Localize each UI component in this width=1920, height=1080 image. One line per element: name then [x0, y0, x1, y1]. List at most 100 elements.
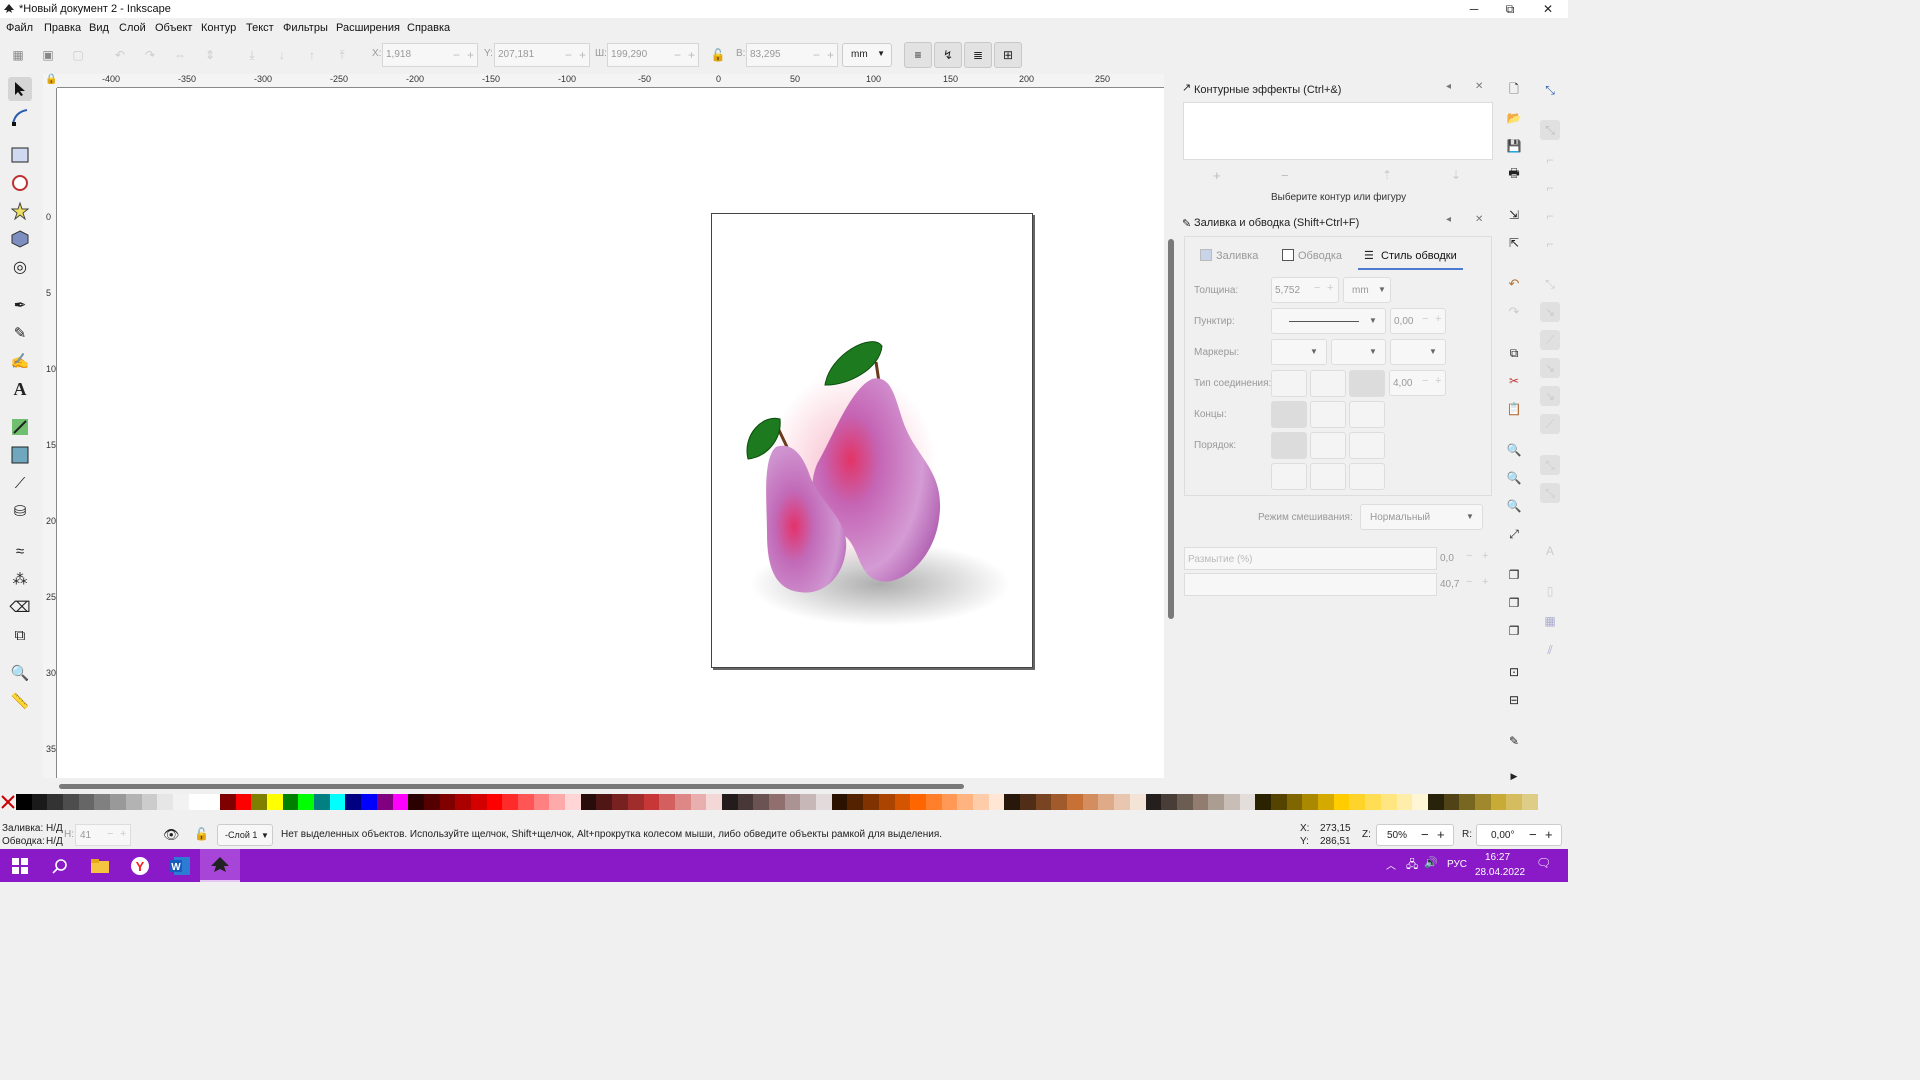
snap-rotation-center-icon[interactable]: ⤡: [1540, 483, 1560, 503]
color-swatch[interactable]: [1459, 794, 1475, 810]
color-swatch[interactable]: [863, 794, 879, 810]
stroke-width-status-decrement[interactable]: −: [107, 828, 113, 840]
join-miter-button[interactable]: [1349, 370, 1385, 397]
snap-bbox-center-icon[interactable]: ⌐: [1540, 234, 1560, 254]
layer-select[interactable]: -Слой 1 ▼: [217, 824, 273, 846]
drawing-canvas[interactable]: [57, 88, 1164, 778]
color-swatch[interactable]: [157, 794, 173, 810]
opacity-increment[interactable]: +: [1482, 576, 1488, 588]
color-swatch[interactable]: [957, 794, 973, 810]
color-swatch[interactable]: [502, 794, 518, 810]
file-explorer-taskbar-button[interactable]: [80, 849, 120, 882]
color-swatch[interactable]: [1145, 794, 1162, 810]
order-fill-markers-stroke-button[interactable]: [1349, 432, 1385, 459]
order-stroke-markers-fill-button[interactable]: [1349, 463, 1385, 490]
menu-view[interactable]: Вид: [89, 22, 109, 34]
color-swatch[interactable]: [1255, 794, 1271, 810]
snap-guide-icon[interactable]: ⫽: [1540, 640, 1560, 660]
flip-vertical-icon[interactable]: ⇕: [200, 45, 220, 65]
dropper-tool[interactable]: ⟋: [8, 471, 32, 495]
measure-tool[interactable]: 📏: [8, 689, 32, 713]
color-swatch[interactable]: [612, 794, 628, 810]
miter-decrement[interactable]: −: [1422, 375, 1428, 387]
w-increment-button[interactable]: +: [688, 48, 695, 62]
menu-path[interactable]: Контур: [201, 22, 236, 34]
join-bevel-button[interactable]: [1271, 370, 1307, 397]
color-swatch[interactable]: [1176, 794, 1193, 810]
color-swatch[interactable]: [1412, 794, 1428, 810]
paint-bucket-tool[interactable]: ⛁: [8, 499, 32, 523]
select-all-layers-icon[interactable]: ▣: [38, 45, 58, 65]
color-swatch[interactable]: [361, 794, 377, 810]
lpe-add-icon[interactable]: +: [1213, 168, 1221, 183]
rotate-decrement-button[interactable]: −: [1529, 827, 1537, 842]
tab-fill[interactable]: Заливка: [1194, 244, 1274, 268]
color-swatch[interactable]: [972, 794, 989, 810]
no-paint-swatch-icon[interactable]: [0, 794, 16, 810]
zoom-selection-icon[interactable]: 🔍: [1504, 440, 1524, 460]
color-swatch[interactable]: [235, 794, 252, 810]
color-swatch[interactable]: [1004, 794, 1020, 810]
color-swatch[interactable]: [298, 794, 315, 810]
color-swatch[interactable]: [1192, 794, 1209, 810]
clock-time[interactable]: 16:27: [1485, 852, 1510, 863]
maximize-button[interactable]: ⧉: [1492, 0, 1528, 18]
pencil-tool[interactable]: ✎: [8, 321, 32, 345]
tab-stroke-paint[interactable]: Обводка: [1276, 244, 1356, 268]
order-stroke-fill-markers-button[interactable]: [1310, 432, 1346, 459]
stroke-width-status-increment[interactable]: +: [120, 828, 126, 840]
tweak-tool[interactable]: ≈: [8, 539, 32, 563]
color-swatch[interactable]: [267, 794, 283, 810]
duplicate-icon[interactable]: ❐: [1504, 565, 1524, 585]
color-swatch[interactable]: [643, 794, 660, 810]
order-normal-button[interactable]: [1271, 432, 1307, 459]
paste-icon[interactable]: 📋: [1504, 399, 1524, 419]
color-swatch[interactable]: [690, 794, 707, 810]
zoom-drawing-icon[interactable]: 🔍: [1504, 468, 1524, 488]
color-swatch[interactable]: [1161, 794, 1177, 810]
color-swatch[interactable]: [659, 794, 675, 810]
snap-smooth-icon[interactable]: ↘: [1540, 386, 1560, 406]
color-swatch[interactable]: [329, 794, 346, 810]
vertical-scroll-thumb[interactable]: [1168, 239, 1174, 619]
cap-round-button[interactable]: [1310, 401, 1346, 428]
color-swatch[interactable]: [219, 794, 236, 810]
network-icon[interactable]: 🖧: [1406, 856, 1418, 875]
taskbar-search-button[interactable]: [40, 849, 80, 882]
language-indicator[interactable]: РУС: [1447, 859, 1467, 870]
color-swatch[interactable]: [1051, 794, 1068, 810]
snap-midpoint-icon[interactable]: ⟋: [1540, 414, 1560, 434]
color-swatch[interactable]: [1286, 794, 1303, 810]
panel-collapse-icon[interactable]: ◂: [1446, 81, 1451, 92]
volume-icon[interactable]: 🔊: [1424, 856, 1438, 869]
color-swatch[interactable]: [1333, 794, 1350, 810]
selector-tool[interactable]: [8, 77, 32, 101]
yandex-browser-taskbar-button[interactable]: Y: [120, 849, 160, 882]
join-round-button[interactable]: [1310, 370, 1346, 397]
text-tool[interactable]: A: [8, 377, 32, 401]
y-field[interactable]: 207,181 − +: [494, 43, 590, 67]
color-swatch[interactable]: [439, 794, 456, 810]
color-swatch[interactable]: [1223, 794, 1240, 810]
menu-file[interactable]: Файл: [6, 22, 33, 34]
unlink-clone-icon[interactable]: ❐: [1504, 621, 1524, 641]
color-swatch[interactable]: [16, 794, 32, 810]
dash-offset-field[interactable]: 0,00 − +: [1390, 308, 1446, 334]
snap-toggle-icon[interactable]: ⤡: [1540, 80, 1560, 100]
color-swatch[interactable]: [816, 794, 832, 810]
color-swatch[interactable]: [1098, 794, 1115, 810]
x-decrement-button[interactable]: −: [453, 48, 460, 62]
color-swatch[interactable]: [1302, 794, 1319, 810]
miter-limit-field[interactable]: 4,00 − +: [1389, 370, 1446, 396]
h-decrement-button[interactable]: −: [813, 48, 820, 62]
color-swatch[interactable]: [110, 794, 126, 810]
color-swatch[interactable]: [141, 794, 158, 810]
import-icon[interactable]: ⇲: [1504, 205, 1524, 225]
menu-object[interactable]: Объект: [155, 22, 192, 34]
opacity-decrement[interactable]: −: [1466, 576, 1472, 588]
blur-decrement[interactable]: −: [1466, 550, 1472, 562]
eraser-tool[interactable]: ⌫: [8, 595, 32, 619]
color-swatch[interactable]: [831, 794, 848, 810]
snap-cusp-icon[interactable]: ↘: [1540, 358, 1560, 378]
ruler-corner-lock-icon[interactable]: 🔒: [43, 74, 57, 88]
